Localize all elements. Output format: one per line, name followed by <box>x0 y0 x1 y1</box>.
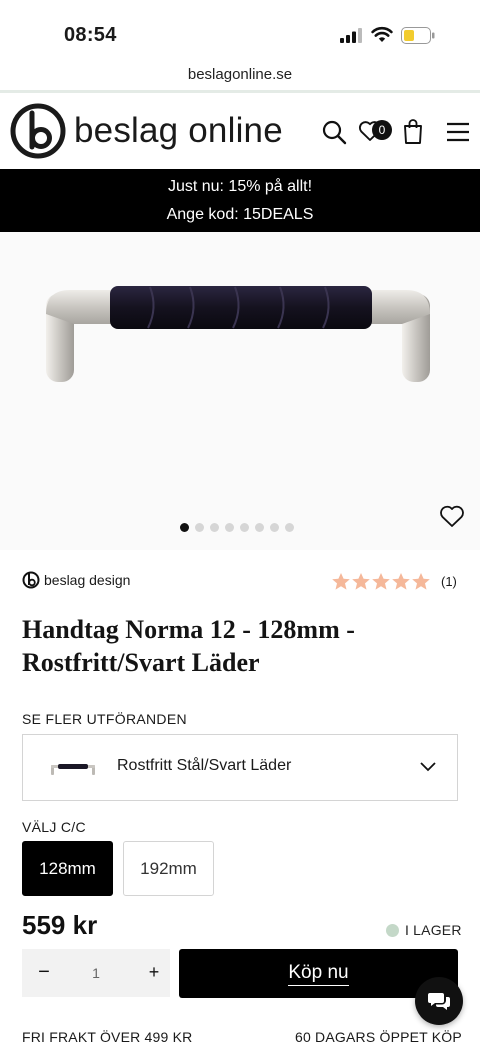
site-header: beslag online <box>0 93 480 169</box>
quantity-decrease-button[interactable]: − <box>28 949 60 997</box>
quantity-stepper: − 1 + <box>22 949 170 997</box>
size-option-128mm[interactable]: 128mm <box>22 841 113 896</box>
gallery-dot[interactable] <box>195 523 204 532</box>
status-bar: 08:54 <box>0 0 480 62</box>
chevron-down-icon <box>420 762 436 772</box>
variants-label: SE FLER UTFÖRANDEN <box>22 711 187 727</box>
promo-line-2: Ange kod: 15DEALS <box>166 206 314 223</box>
menu-icon[interactable] <box>446 122 470 142</box>
stock-status: I LAGER <box>386 922 462 938</box>
signal-icon <box>340 28 362 43</box>
product-title: Handtag Norma 12 - 128mm - Rostfritt/Sva… <box>22 613 462 679</box>
product-title-line-2: Rostfritt/Svart Läder <box>22 648 260 677</box>
open-purchase-note: 60 DAGARS ÖPPET KÖP <box>295 1029 462 1043</box>
add-to-favorites-icon[interactable] <box>439 504 465 528</box>
stock-indicator-dot <box>386 923 399 937</box>
size-option-192mm[interactable]: 192mm <box>123 841 214 896</box>
product-image <box>46 286 430 382</box>
buy-now-label: Köp nu <box>288 962 349 986</box>
quantity-increase-button[interactable]: + <box>138 949 170 997</box>
gallery-dot[interactable] <box>285 523 294 532</box>
promo-banner: Just nu: 15% på allt! Ange kod: 15DEALS <box>0 169 480 232</box>
brand[interactable]: beslag design <box>22 569 130 591</box>
url-bar[interactable]: beslagonline.se <box>0 62 480 90</box>
logo-text[interactable]: beslag online <box>74 111 283 151</box>
product-price: 559 kr <box>22 910 98 940</box>
promo-line-1: Just nu: 15% på allt! <box>167 178 313 195</box>
variant-thumbnail <box>51 764 95 775</box>
chat-icon <box>428 993 450 1010</box>
brand-logo-icon <box>22 571 40 589</box>
wishlist-count-badge: 0 <box>372 120 392 140</box>
battery-icon <box>401 27 435 44</box>
product-title-line-1: Handtag Norma 12 - 128mm - <box>22 615 355 644</box>
rating-stars <box>331 572 431 591</box>
search-icon[interactable] <box>321 119 347 145</box>
star-icon <box>392 573 410 590</box>
brand-name: beslag design <box>44 572 131 588</box>
gallery-dot[interactable] <box>210 523 219 532</box>
product-gallery[interactable] <box>0 232 480 550</box>
gallery-pagination <box>180 523 294 533</box>
star-icon <box>352 573 370 590</box>
gallery-dot[interactable] <box>255 523 264 532</box>
chat-button[interactable] <box>415 977 463 1025</box>
stock-text: I LAGER <box>405 922 462 938</box>
logo-icon[interactable] <box>10 103 66 159</box>
rating-count: (1) <box>441 574 457 589</box>
selected-variant: Rostfritt Stål/Svart Läder <box>117 757 292 774</box>
free-shipping-note: FRI FRAKT ÖVER 499 KR <box>22 1029 193 1043</box>
product-rating[interactable]: (1) <box>331 572 457 591</box>
status-time: 08:54 <box>64 24 117 46</box>
quantity-value[interactable]: 1 <box>76 949 116 997</box>
star-icon <box>332 573 350 590</box>
gallery-dot[interactable] <box>270 523 279 532</box>
star-icon <box>372 573 390 590</box>
size-label: VÄLJ C/C <box>22 819 86 835</box>
wifi-icon <box>371 26 393 42</box>
gallery-dot[interactable] <box>180 523 189 532</box>
gallery-dot[interactable] <box>225 523 234 532</box>
variant-dropdown[interactable]: Rostfritt Stål/Svart Läder <box>22 734 458 801</box>
bag-icon[interactable] <box>402 118 424 144</box>
star-icon <box>412 573 430 590</box>
gallery-dot[interactable] <box>240 523 249 532</box>
